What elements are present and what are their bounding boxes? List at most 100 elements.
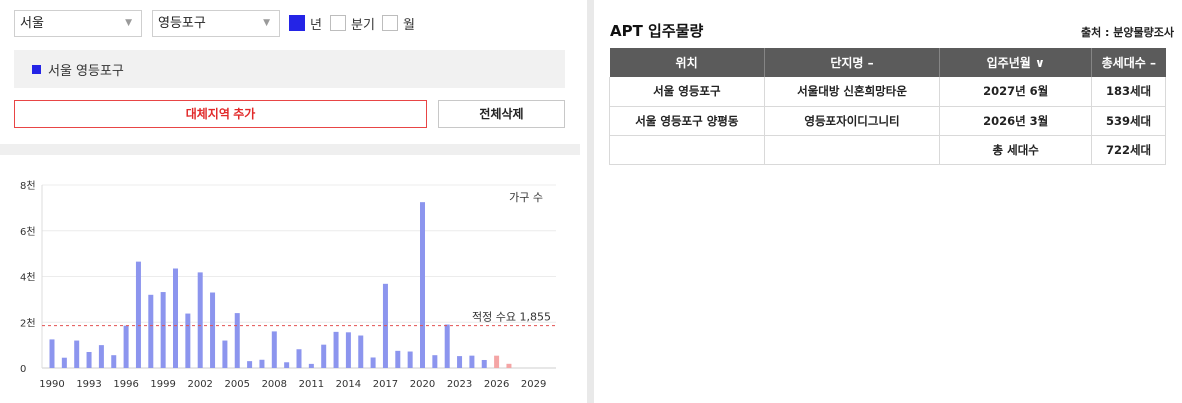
chart-bar — [345, 332, 351, 368]
cell-total-units: 539세대 — [1091, 106, 1166, 136]
chart-bar — [148, 294, 154, 368]
chart-bar — [123, 325, 129, 368]
chart-bar — [407, 351, 413, 368]
cell-location: 서울 영등포구 양평동 — [609, 106, 765, 136]
chart-bar — [271, 331, 277, 368]
checkbox-icon — [382, 15, 398, 31]
chart-bar — [481, 359, 487, 368]
table-row[interactable]: 서울 영등포구 서울대방 신혼희망타운 2027년 6월 183세대 — [609, 77, 1166, 107]
chevron-down-icon: ▼ — [125, 18, 132, 28]
x-tick-label: 2014 — [336, 379, 361, 390]
x-tick-label: 2026 — [484, 379, 509, 390]
left-panel: 서울 ▼ 영등포구 ▼ 년 분기 월 서울 영등포구 대체지역 추가 전체삭제 … — [0, 0, 580, 403]
chart-bar — [284, 362, 290, 368]
chart-bar — [61, 357, 67, 368]
legend-square-icon — [32, 64, 41, 74]
chart-bar — [457, 356, 463, 368]
reference-line-label: 적정 수요 1,855 — [472, 311, 551, 324]
chart-bar — [358, 335, 364, 368]
x-tick-label: 1996 — [113, 379, 138, 390]
checkbox-checked-icon — [289, 15, 305, 31]
cell-total-units: 183세대 — [1091, 77, 1166, 107]
apt-supply-title: APT 입주물량 — [610, 22, 704, 40]
y-tick-label: 2천 — [20, 317, 36, 329]
cell-empty — [764, 135, 941, 165]
chart-bar — [173, 268, 178, 368]
table-header-row: 위치 단지명 – 입주년월 ∨ 총세대수 – — [609, 48, 1166, 77]
column-header-location[interactable]: 위치 — [609, 48, 765, 77]
chart-bar — [49, 339, 55, 368]
cell-location: 서울 영등포구 — [609, 77, 765, 107]
x-tick-label: 2002 — [187, 379, 212, 390]
chevron-down-icon: ▼ — [263, 18, 270, 28]
x-tick-label: 1999 — [150, 379, 175, 390]
region-select[interactable]: 서울 ▼ — [14, 10, 142, 37]
clear-all-button[interactable]: 전체삭제 — [438, 100, 565, 128]
chart-bar — [160, 292, 166, 368]
cell-complex: 서울대방 신혼희망타운 — [764, 77, 941, 107]
add-comparison-region-button[interactable]: 대체지역 추가 — [14, 100, 427, 128]
period-year-checkbox[interactable]: 년 — [289, 13, 322, 33]
chart-bar — [370, 357, 376, 368]
table-total-row: 총 세대수 722세대 — [609, 135, 1166, 165]
x-tick-label: 2011 — [299, 379, 324, 390]
chart-bar — [321, 344, 327, 368]
district-select-value: 영등포구 — [158, 16, 206, 31]
y-tick-label: 0 — [20, 364, 26, 375]
x-tick-label: 2023 — [447, 379, 472, 390]
x-tick-label: 2029 — [521, 379, 546, 390]
x-tick-label: 1993 — [76, 379, 101, 390]
y-tick-label: 6천 — [20, 226, 36, 238]
chart-bar — [432, 355, 438, 368]
y-tick-label: 8천 — [20, 180, 36, 192]
selected-area-label: 서울 영등포구 — [48, 63, 124, 79]
cell-move-in-date: 2027년 6월 — [939, 77, 1093, 107]
chart-bar — [197, 272, 203, 368]
chart-bar — [185, 313, 191, 368]
chart-bar — [296, 349, 302, 368]
supply-chart-svg: 0 2천 4천 6천 8천적정 수요 1,855 가구 수 1990 1993 1996 1999… — [20, 180, 556, 390]
total-value: 722세대 — [1091, 135, 1166, 165]
column-header-total-units[interactable]: 총세대수 – — [1091, 48, 1166, 77]
district-select[interactable]: 영등포구 ▼ — [152, 10, 280, 37]
x-tick-label: 1990 — [39, 379, 64, 390]
chart-bar — [210, 292, 216, 368]
x-tick-label: 2020 — [410, 379, 435, 390]
column-header-move-in-date[interactable]: 입주년월 ∨ — [939, 48, 1093, 77]
chart-bar — [259, 359, 265, 368]
x-tick-label: 2017 — [373, 379, 398, 390]
chart-bar — [308, 363, 314, 368]
chart-bar — [234, 313, 240, 368]
chart-bar — [74, 340, 80, 368]
period-month-label: 월 — [403, 17, 415, 33]
cell-move-in-date: 2026년 3월 — [939, 106, 1093, 136]
total-label: 총 세대수 — [939, 135, 1093, 165]
supply-chart: 0 2천 4천 6천 8천 적정 수요 1,855 가구 수 1990 1993 1996 1999… — [0, 170, 580, 403]
chart-bar — [247, 361, 253, 368]
period-quarter-label: 분기 — [351, 17, 375, 33]
chart-bar — [86, 351, 92, 368]
x-tick-label: 2005 — [225, 379, 250, 390]
chart-bar — [333, 331, 339, 368]
chart-bar — [135, 261, 141, 368]
chart-bar — [222, 340, 228, 368]
chart-bar — [469, 355, 475, 368]
period-month-checkbox[interactable]: 월 — [382, 13, 415, 33]
panel-divider — [587, 0, 594, 403]
chart-bar — [111, 355, 117, 368]
chart-bar — [98, 345, 104, 368]
period-quarter-checkbox[interactable]: 분기 — [330, 13, 375, 33]
checkbox-icon — [330, 15, 346, 31]
chart-bar — [395, 350, 401, 368]
x-tick-label: 2008 — [262, 379, 287, 390]
table-row[interactable]: 서울 영등포구 양평동 영등포자이디그니티 2026년 3월 539세대 — [609, 106, 1166, 136]
cell-empty — [609, 135, 765, 165]
column-header-complex[interactable]: 단지명 – — [764, 48, 941, 77]
selected-area-legend: 서울 영등포구 — [14, 50, 565, 88]
section-separator — [0, 144, 580, 155]
chart-bar — [444, 324, 450, 368]
apt-supply-table: 위치 단지명 – 입주년월 ∨ 총세대수 – 서울 영등포구 서울대방 신혼희망… — [609, 48, 1166, 165]
y-tick-label: 4천 — [20, 272, 36, 284]
region-select-value: 서울 — [20, 16, 44, 31]
chart-bar — [506, 363, 512, 368]
